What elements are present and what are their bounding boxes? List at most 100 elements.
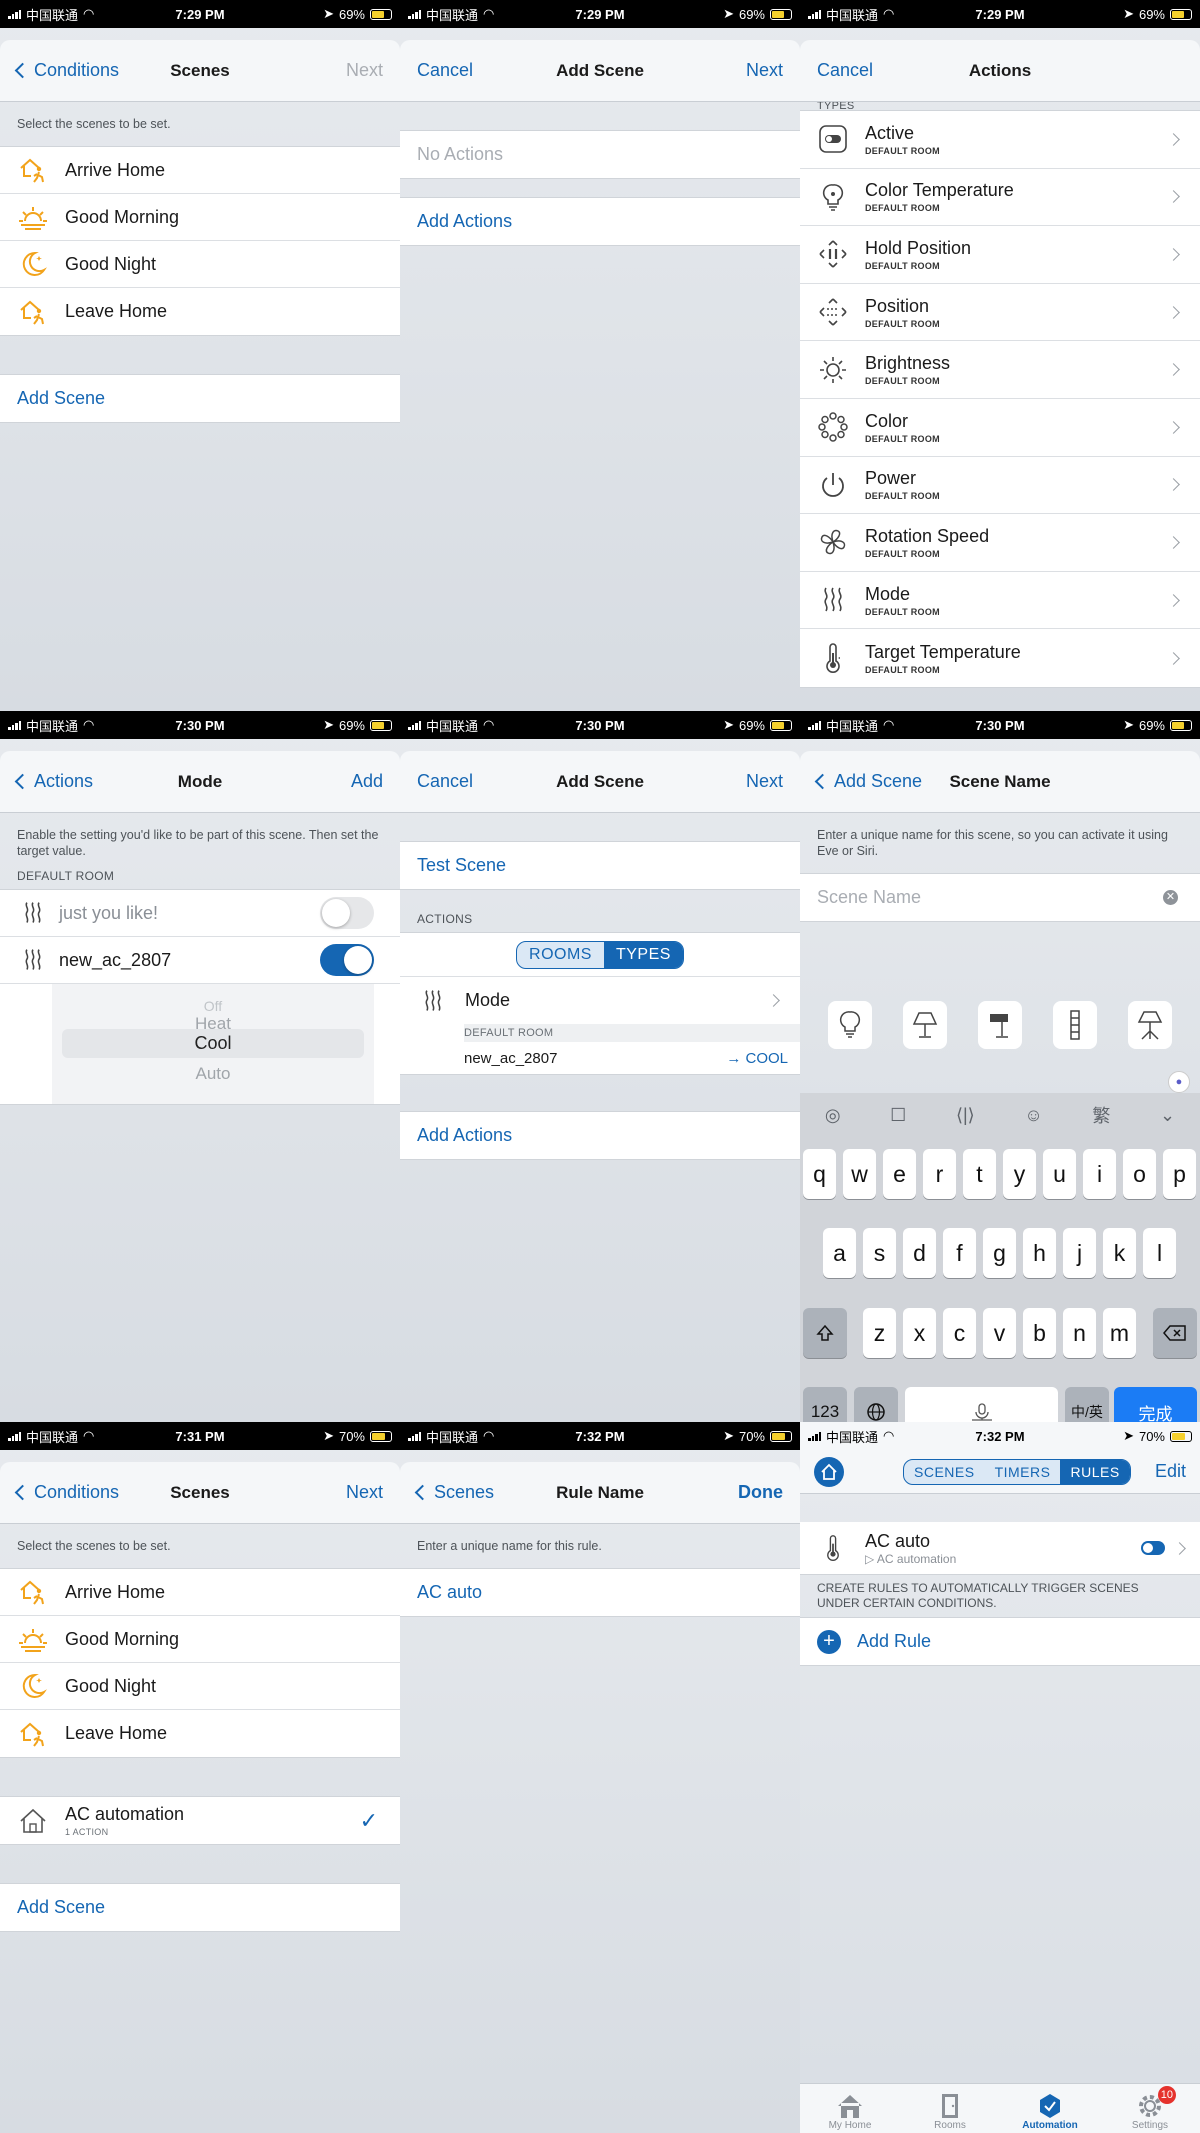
picker-option[interactable]: Auto bbox=[52, 1064, 374, 1084]
done-button[interactable]: Done bbox=[738, 1482, 783, 1503]
device-enable-toggle[interactable] bbox=[320, 944, 374, 976]
tab-my-home[interactable]: My Home bbox=[810, 2092, 890, 2131]
floor-lamp-icon[interactable] bbox=[1128, 1001, 1173, 1049]
table-lamp-icon[interactable] bbox=[902, 1001, 947, 1049]
key-p[interactable]: p bbox=[1163, 1149, 1196, 1199]
back-button[interactable]: Add Scene bbox=[814, 771, 922, 792]
action-type-row[interactable]: Target Temperature DEFAULT ROOM bbox=[800, 629, 1200, 687]
key-q[interactable]: q bbox=[803, 1149, 836, 1199]
back-button[interactable]: Scenes bbox=[414, 1482, 494, 1503]
scene-row-good-morning[interactable]: Good Morning bbox=[0, 1616, 400, 1663]
add-actions-button[interactable]: Add Actions bbox=[400, 198, 800, 245]
key-y[interactable]: y bbox=[1003, 1149, 1036, 1199]
scene-row-good-night[interactable]: Good Night bbox=[0, 241, 400, 288]
action-type-row[interactable]: Hold Position DEFAULT ROOM bbox=[800, 226, 1200, 284]
cancel-button[interactable]: Cancel bbox=[417, 60, 473, 81]
picker-option[interactable]: Heat bbox=[52, 1014, 374, 1034]
keyboard-cursor-icon[interactable]: ⟨|⟩ bbox=[956, 1105, 975, 1126]
scene-row-arrive-home[interactable]: Arrive Home bbox=[0, 1569, 400, 1616]
next-button[interactable]: Next bbox=[346, 60, 383, 81]
segment-rooms[interactable]: ROOMS bbox=[517, 942, 604, 968]
shift-key[interactable] bbox=[803, 1308, 847, 1358]
add-scene-button[interactable]: Add Scene bbox=[0, 375, 400, 422]
action-type-row[interactable]: Position DEFAULT ROOM bbox=[800, 284, 1200, 342]
home-button[interactable] bbox=[814, 1456, 844, 1487]
picker-option-selected[interactable]: Cool bbox=[52, 1033, 374, 1054]
rule-row-ac-auto[interactable]: AC auto ▷ AC automation bbox=[800, 1522, 1200, 1574]
keyboard-emoji-tag-icon[interactable]: ◎ bbox=[825, 1105, 841, 1126]
key-c[interactable]: c bbox=[943, 1308, 976, 1358]
numbers-key[interactable]: 123 bbox=[803, 1387, 847, 1422]
cancel-button[interactable]: Cancel bbox=[417, 771, 473, 792]
edit-button[interactable]: Edit bbox=[1155, 1461, 1186, 1482]
keyboard-smiley-icon[interactable]: ☺ bbox=[1024, 1105, 1042, 1126]
segment-timers[interactable]: TIMERS bbox=[985, 1460, 1061, 1484]
globe-key[interactable] bbox=[854, 1387, 898, 1422]
add-button[interactable]: Add bbox=[351, 771, 383, 792]
key-a[interactable]: a bbox=[823, 1228, 856, 1278]
clear-icon[interactable]: ✕ bbox=[1163, 890, 1178, 905]
key-v[interactable]: v bbox=[983, 1308, 1016, 1358]
next-button[interactable]: Next bbox=[746, 771, 783, 792]
rule-enable-toggle[interactable] bbox=[1141, 1541, 1165, 1555]
keyboard-clipboard-icon[interactable]: ☐ bbox=[890, 1105, 906, 1126]
mode-picker[interactable]: Off Heat Cool Auto bbox=[52, 984, 374, 1104]
delete-key[interactable] bbox=[1153, 1308, 1197, 1358]
key-u[interactable]: u bbox=[1043, 1149, 1076, 1199]
key-e[interactable]: e bbox=[883, 1149, 916, 1199]
scene-row-arrive-home[interactable]: Arrive Home bbox=[0, 147, 400, 194]
key-s[interactable]: s bbox=[863, 1228, 896, 1278]
key-w[interactable]: w bbox=[843, 1149, 876, 1199]
rule-name-input[interactable]: AC auto bbox=[400, 1569, 800, 1616]
add-actions-button[interactable]: Add Actions bbox=[400, 1112, 800, 1159]
key-m[interactable]: m bbox=[1103, 1308, 1136, 1358]
segment-rules[interactable]: RULES bbox=[1060, 1459, 1130, 1484]
key-b[interactable]: b bbox=[1023, 1308, 1056, 1358]
keyboard-traditional-toggle[interactable]: 繁 bbox=[1092, 1102, 1110, 1128]
next-button[interactable]: Next bbox=[346, 1482, 383, 1503]
add-scene-button[interactable]: Add Scene bbox=[0, 1884, 400, 1931]
back-button[interactable]: Conditions bbox=[14, 60, 119, 81]
back-button[interactable]: Conditions bbox=[14, 1482, 119, 1503]
key-d[interactable]: d bbox=[903, 1228, 936, 1278]
key-t[interactable]: t bbox=[963, 1149, 996, 1199]
next-button[interactable]: Next bbox=[746, 60, 783, 81]
add-rule-button[interactable]: + Add Rule bbox=[800, 1618, 1200, 1665]
done-key[interactable]: 完成 bbox=[1114, 1387, 1197, 1422]
voice-assistant-icon[interactable]: ● bbox=[1168, 1071, 1190, 1093]
picker-option[interactable]: Off bbox=[52, 998, 374, 1014]
scene-name-input[interactable]: Scene Name ✕ bbox=[800, 874, 1200, 921]
tab-rooms[interactable]: Rooms bbox=[910, 2092, 990, 2131]
tab-automation[interactable]: Automation bbox=[1010, 2092, 1090, 2131]
key-f[interactable]: f bbox=[943, 1228, 976, 1278]
scene-row-leave-home[interactable]: Leave Home bbox=[0, 1710, 400, 1757]
automation-segmented-control[interactable]: SCENES TIMERS RULES bbox=[903, 1458, 1131, 1485]
action-type-row[interactable]: Power DEFAULT ROOM bbox=[800, 457, 1200, 515]
action-type-row[interactable]: Active DEFAULT ROOM bbox=[800, 111, 1200, 169]
desk-lamp-icon[interactable] bbox=[977, 1001, 1022, 1049]
key-r[interactable]: r bbox=[923, 1149, 956, 1199]
device-enable-toggle[interactable] bbox=[320, 897, 374, 929]
back-button[interactable]: Actions bbox=[14, 771, 93, 792]
key-i[interactable]: i bbox=[1083, 1149, 1116, 1199]
key-l[interactable]: l bbox=[1143, 1228, 1176, 1278]
rooms-types-segmented-control[interactable]: ROOMS TYPES bbox=[516, 940, 684, 969]
language-key[interactable]: 中/英 bbox=[1065, 1387, 1109, 1422]
space-key[interactable] bbox=[905, 1387, 1058, 1422]
key-h[interactable]: h bbox=[1023, 1228, 1056, 1278]
key-g[interactable]: g bbox=[983, 1228, 1016, 1278]
segment-types[interactable]: TYPES bbox=[603, 941, 683, 968]
keyboard-collapse-icon[interactable]: ⌄ bbox=[1160, 1105, 1175, 1126]
light-strip-icon[interactable] bbox=[1053, 1001, 1098, 1049]
action-type-row[interactable]: Mode DEFAULT ROOM bbox=[800, 572, 1200, 630]
scene-row-ac-automation[interactable]: AC automation 1 ACTION ✓ bbox=[0, 1797, 400, 1844]
action-row-mode[interactable]: Mode bbox=[400, 977, 800, 1024]
bulb-icon[interactable] bbox=[827, 1001, 872, 1049]
key-n[interactable]: n bbox=[1063, 1308, 1096, 1358]
segment-scenes[interactable]: SCENES bbox=[904, 1460, 985, 1484]
cancel-button[interactable]: Cancel bbox=[817, 60, 873, 81]
action-type-row[interactable]: Brightness DEFAULT ROOM bbox=[800, 341, 1200, 399]
key-o[interactable]: o bbox=[1123, 1149, 1156, 1199]
key-z[interactable]: z bbox=[863, 1308, 896, 1358]
tab-settings[interactable]: Settings 10 bbox=[1110, 2086, 1190, 2131]
